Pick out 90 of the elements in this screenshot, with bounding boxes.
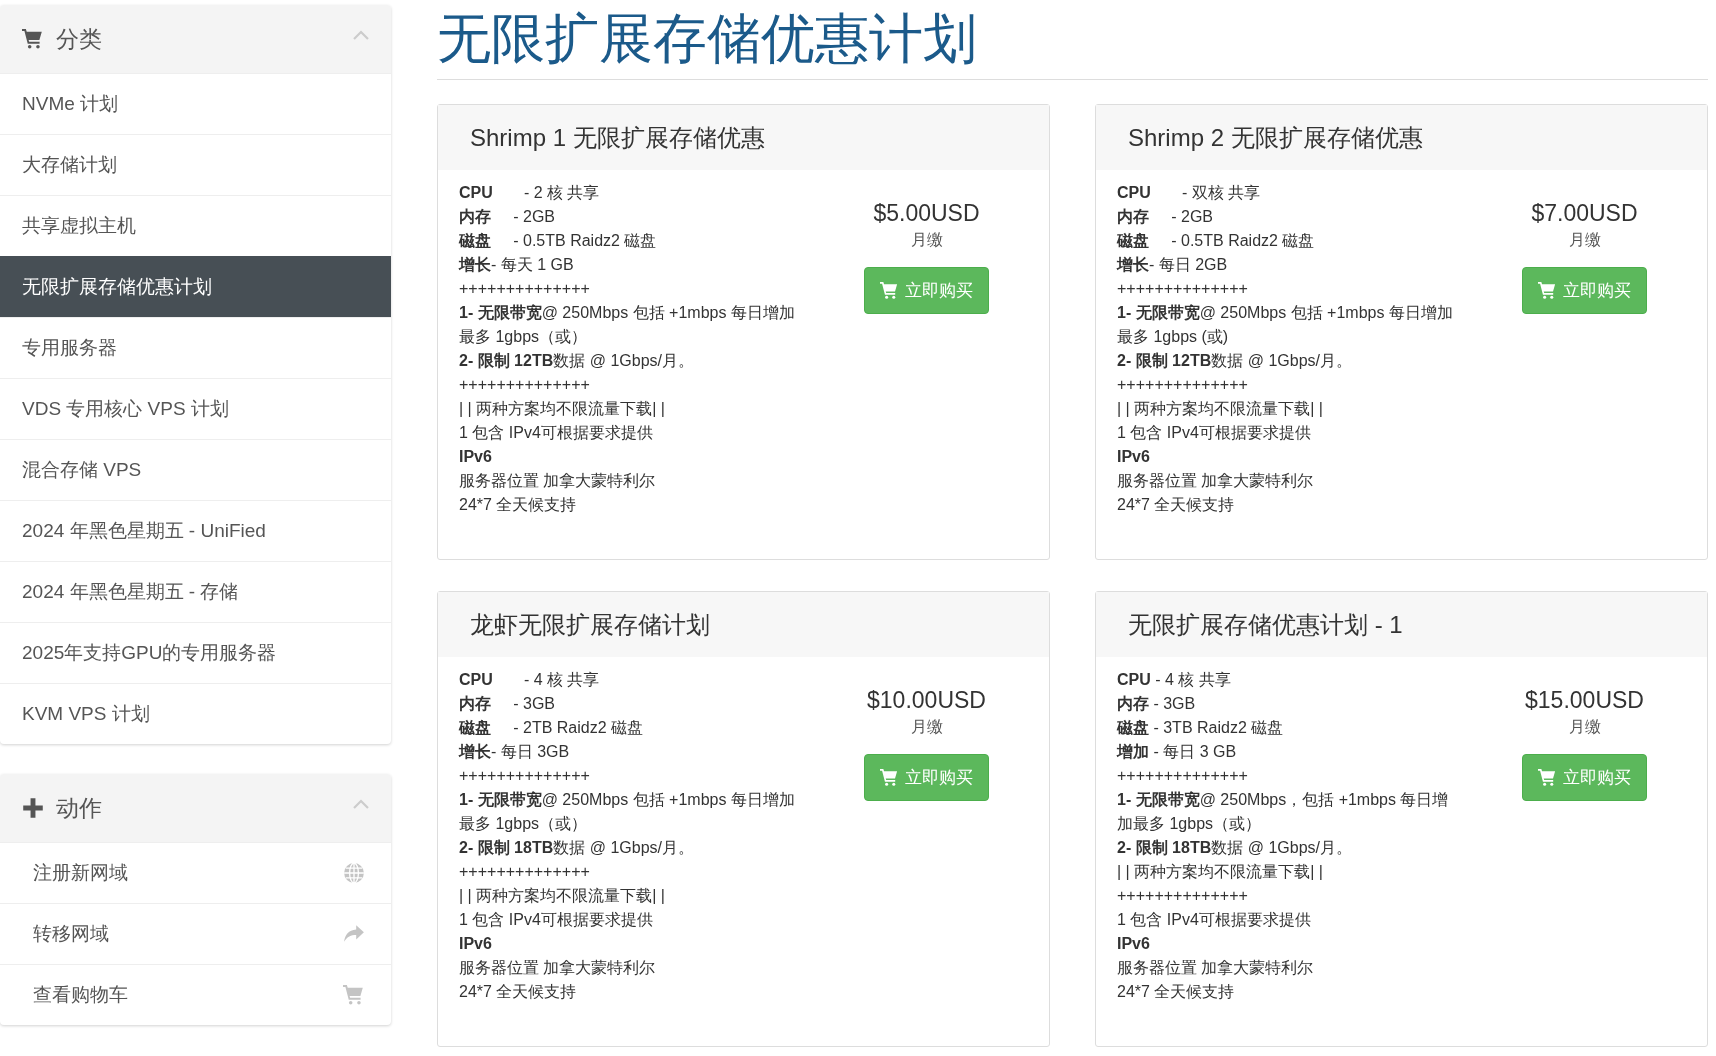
category-item[interactable]: KVM VPS 计划 (0, 683, 391, 744)
product-title: Shrimp 1 无限扩展存储优惠 (470, 122, 765, 153)
description-line: ++++++++++++++ (1117, 766, 1249, 786)
price: $5.00USD (873, 199, 980, 228)
cart-icon (880, 281, 899, 300)
billing-cycle: 月缴 (1568, 230, 1601, 250)
category-item[interactable]: 大存储计划 (0, 134, 391, 195)
description-line: 磁盘 - 2TB Raidz2 磁盘 (459, 718, 645, 738)
description-line: IPv6 (1117, 447, 1151, 467)
description-line: 1 包含 IPv4可根据要求提供 (1117, 910, 1312, 930)
description-line: ++++++++++++++ (459, 766, 591, 786)
billing-cycle: 月缴 (1568, 717, 1601, 737)
description-line: 增长- 每日 3GB (459, 742, 571, 762)
description-line: ++++++++++++++ (1117, 375, 1249, 395)
description-line: 磁盘 - 0.5TB Raidz2 磁盘 (1117, 231, 1316, 251)
description-line: 24*7 全天候支持 (1117, 495, 1236, 515)
description-line: ++++++++++++++ (1117, 279, 1249, 299)
description-line: IPv6 (459, 447, 493, 467)
product-title: Shrimp 2 无限扩展存储优惠 (1128, 122, 1423, 153)
action-item[interactable]: 查看购物车 (0, 964, 391, 1025)
panel-header[interactable]: 分类 (0, 5, 391, 73)
cart-icon (22, 28, 44, 50)
cart-icon (1538, 768, 1557, 787)
description-line: 2- 限制 12TB数据 @ 1Gbps/月。 (459, 351, 695, 371)
description-line: 磁盘 - 0.5TB Raidz2 磁盘 (459, 231, 658, 251)
description-line: 24*7 全天候支持 (459, 982, 578, 1002)
description-line: 2- 限制 12TB数据 @ 1Gbps/月。 (1117, 351, 1353, 371)
description-line: 服务器位置 加拿大蒙特利尔 (1117, 958, 1315, 978)
plus-icon (22, 797, 44, 819)
action-item[interactable]: 转移网域 (0, 903, 391, 964)
product-title: 无限扩展存储优惠计划 - 1 (1128, 609, 1403, 640)
panel-title: 动作 (56, 793, 103, 823)
cart-icon (343, 984, 365, 1006)
description-line: 内存 - 3GB (1117, 694, 1197, 714)
page-title: 无限扩展存储优惠计划 (437, 5, 1708, 80)
category-item[interactable]: 混合存储 VPS (0, 439, 391, 500)
description-line: 2- 限制 18TB数据 @ 1Gbps/月。 (459, 838, 695, 858)
price: $10.00USD (867, 686, 986, 715)
description-line: 服务器位置 加拿大蒙特利尔 (459, 958, 657, 978)
category-item[interactable]: 2024 年黑色星期五 - 存储 (0, 561, 391, 622)
description-line: 服务器位置 加拿大蒙特利尔 (459, 471, 657, 491)
description-line: 增加 - 每日 3 GB (1117, 742, 1238, 762)
billing-cycle: 月缴 (910, 717, 943, 737)
price: $15.00USD (1525, 686, 1644, 715)
category-item[interactable]: 2024 年黑色星期五 - UniFied (0, 500, 391, 561)
description-line: ++++++++++++++ (459, 375, 591, 395)
globe-icon (343, 862, 365, 884)
category-item[interactable]: VDS 专用核心 VPS 计划 (0, 378, 391, 439)
description-line: 内存 - 3GB (459, 694, 556, 714)
description-line: 增长- 每日 2GB (1117, 255, 1229, 275)
description-line: CPU - 4 核 共享 (459, 670, 601, 690)
product-title: 龙虾无限扩展存储计划 (470, 609, 710, 640)
description-line: | | 两种方案均不限流量下载| | (459, 886, 666, 906)
description-line: 2- 限制 18TB数据 @ 1Gbps/月。 (1117, 838, 1353, 858)
description-line: CPU - 双核 共享 (1117, 183, 1262, 203)
description-line: | | 两种方案均不限流量下载| | (459, 399, 666, 419)
description-line: 24*7 全天候支持 (1117, 982, 1236, 1002)
description-line: ++++++++++++++ (459, 279, 591, 299)
description-line: ++++++++++++++ (1117, 886, 1249, 906)
description-line: 1- 无限带宽@ 250Mbps，包括 +1mbps 每日增加最多 1gbps（或） (1117, 790, 1450, 834)
description-line: 1 包含 IPv4可根据要求提供 (459, 910, 654, 930)
description-line: 1 包含 IPv4可根据要求提供 (459, 423, 654, 443)
description-line: CPU - 2 核 共享 (459, 183, 601, 203)
description-line: 内存 - 2GB (459, 207, 556, 227)
cart-icon (1538, 281, 1557, 300)
category-item[interactable]: 专用服务器 (0, 317, 391, 378)
description-line: CPU - 4 核 共享 (1117, 670, 1232, 690)
description-line: | | 两种方案均不限流量下载| | (1117, 399, 1324, 419)
description-line: IPv6 (459, 934, 493, 954)
category-item[interactable]: 无限扩展存储优惠计划 (0, 256, 391, 317)
panel-title: 分类 (56, 24, 103, 54)
price: $7.00USD (1531, 199, 1638, 228)
description-line: 1- 无限带宽@ 250Mbps 包括 +1mbps 每日增加最多 1gbps（或） (459, 303, 796, 347)
description-line: | | 两种方案均不限流量下载| | (1117, 862, 1324, 882)
description-line: 1- 无限带宽@ 250Mbps 包括 +1mbps 每日增加最多 1gbps (或) (1117, 303, 1454, 347)
description-line: ++++++++++++++ (459, 862, 591, 882)
description-line: 增长- 每天 1 GB (459, 255, 575, 275)
description-line: 服务器位置 加拿大蒙特利尔 (1117, 471, 1315, 491)
description-line: 1 包含 IPv4可根据要求提供 (1117, 423, 1312, 443)
category-item[interactable]: NVMe 计划 (0, 73, 391, 134)
description-line: 内存 - 2GB (1117, 207, 1214, 227)
description-line: IPv6 (1117, 934, 1151, 954)
billing-cycle: 月缴 (910, 230, 943, 250)
panel-header[interactable]: 动作 (0, 774, 391, 842)
description-line: 24*7 全天候支持 (459, 495, 578, 515)
category-item[interactable]: 2025年支持GPU的专用服务器 (0, 622, 391, 683)
action-item[interactable]: 注册新网域 (0, 842, 391, 903)
cart-icon (880, 768, 899, 787)
description-line: 1- 无限带宽@ 250Mbps 包括 +1mbps 每日增加最多 1gbps（或） (459, 790, 796, 834)
description-line: 磁盘 - 3TB Raidz2 磁盘 (1117, 718, 1285, 738)
